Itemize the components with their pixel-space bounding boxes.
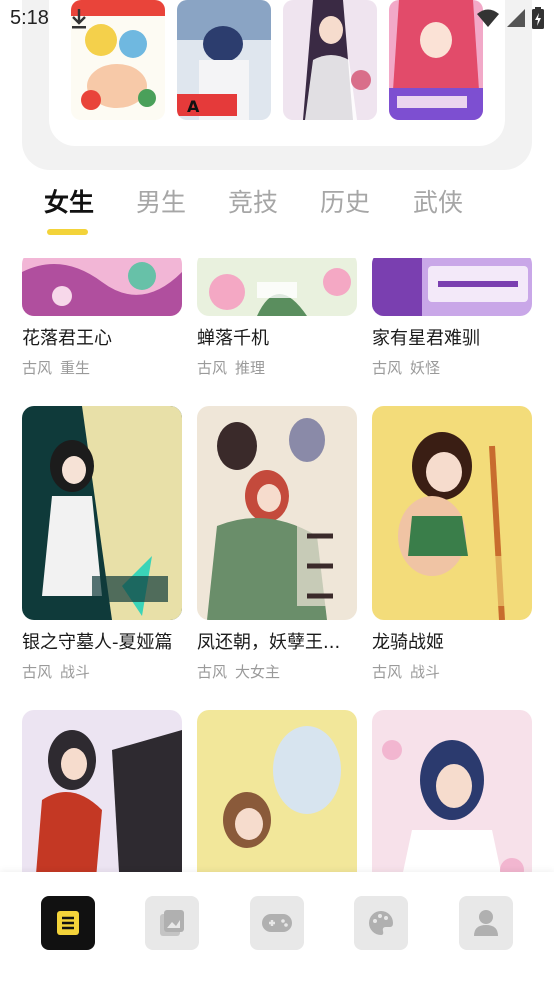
comic-tags: 古风 妖怪 <box>372 357 532 378</box>
comic-tag: 古风 <box>372 663 403 681</box>
comic-cover[interactable] <box>197 406 357 620</box>
svg-text:A: A <box>187 97 200 116</box>
comic-cover[interactable] <box>372 258 532 316</box>
nav-palette-icon[interactable] <box>354 896 408 950</box>
comic-tags: 古风 战斗 <box>372 661 532 682</box>
comic-tag: 妖怪 <box>410 359 441 377</box>
comic-card[interactable]: 龙骑战姬 古风 战斗 <box>372 406 532 682</box>
comic-title: 蝉落千机 <box>197 328 269 349</box>
comic-card[interactable]: 家有星君难驯 古风 妖怪 <box>372 258 532 378</box>
nav-profile-icon[interactable] <box>459 896 513 950</box>
comic-title: 花落君王心 <box>22 328 112 349</box>
nav-gamepad-icon[interactable] <box>250 896 304 950</box>
comic-card[interactable] <box>372 710 532 872</box>
comic-tag: 推理 <box>235 359 266 377</box>
comic-cover[interactable] <box>372 406 532 620</box>
comic-tag: 大女主 <box>235 663 281 681</box>
active-tab-indicator <box>47 229 88 235</box>
comic-tag: 古风 <box>22 359 53 377</box>
comic-tags: 古风 大女主 <box>197 661 357 682</box>
comic-card[interactable] <box>197 710 357 872</box>
comic-card[interactable]: 蝉落千机 古风 推理 <box>197 258 357 378</box>
comic-tags: 古风 推理 <box>197 357 357 378</box>
comic-tag: 重生 <box>60 359 91 377</box>
nav-comic-book-icon[interactable] <box>41 896 95 950</box>
download-icon <box>70 8 88 35</box>
comic-tags: 古风 战斗 <box>22 661 182 682</box>
comic-card[interactable]: 凤还朝，妖孽王... 古风 大女主 <box>197 406 357 682</box>
comic-title: 凤还朝，妖孽王... <box>197 632 341 653</box>
comic-tag: 古风 <box>197 663 228 681</box>
comic-tag: 古风 <box>372 359 403 377</box>
comic-tag: 古风 <box>22 663 53 681</box>
bottom-navigation <box>0 872 554 984</box>
comic-cover[interactable] <box>22 406 182 620</box>
nav-gallery-icon[interactable] <box>145 896 199 950</box>
comic-title: 家有星君难驯 <box>372 328 480 349</box>
comic-tag: 古风 <box>197 359 228 377</box>
comic-cover[interactable] <box>197 258 357 316</box>
signal-icon <box>506 8 526 28</box>
comic-tags: 古风 重生 <box>22 357 182 378</box>
comic-card[interactable]: 花落君王心 古风 重生 <box>22 258 182 378</box>
status-bar: 5:18 <box>0 0 554 38</box>
comic-title: 银之守墓人-夏娅篇 <box>22 632 173 653</box>
tab-sports[interactable]: 竞技 <box>228 183 278 219</box>
tab-martial-arts[interactable]: 武侠 <box>413 183 463 219</box>
battery-icon <box>532 7 544 29</box>
comic-cover[interactable] <box>22 710 182 872</box>
category-tabs: 女生 男生 竞技 历史 武侠 <box>0 183 554 243</box>
tab-female[interactable]: 女生 <box>44 183 94 219</box>
comic-tag: 战斗 <box>410 663 441 681</box>
wifi-icon <box>476 8 500 28</box>
comic-grid: 花落君王心 古风 重生 蝉落千机 古风 推理 家有星君难驯 古风 妖怪 银之守墓… <box>0 258 554 872</box>
status-time: 5:18 <box>10 7 49 29</box>
tab-history[interactable]: 历史 <box>320 183 370 219</box>
comic-title: 龙骑战姬 <box>372 632 444 653</box>
comic-tag: 战斗 <box>60 663 91 681</box>
tab-male[interactable]: 男生 <box>136 183 186 219</box>
comic-card[interactable]: 银之守墓人-夏娅篇 古风 战斗 <box>22 406 182 682</box>
comic-cover[interactable] <box>197 710 357 872</box>
comic-card[interactable] <box>22 710 182 872</box>
comic-cover[interactable] <box>372 710 532 872</box>
comic-cover[interactable] <box>22 258 182 316</box>
